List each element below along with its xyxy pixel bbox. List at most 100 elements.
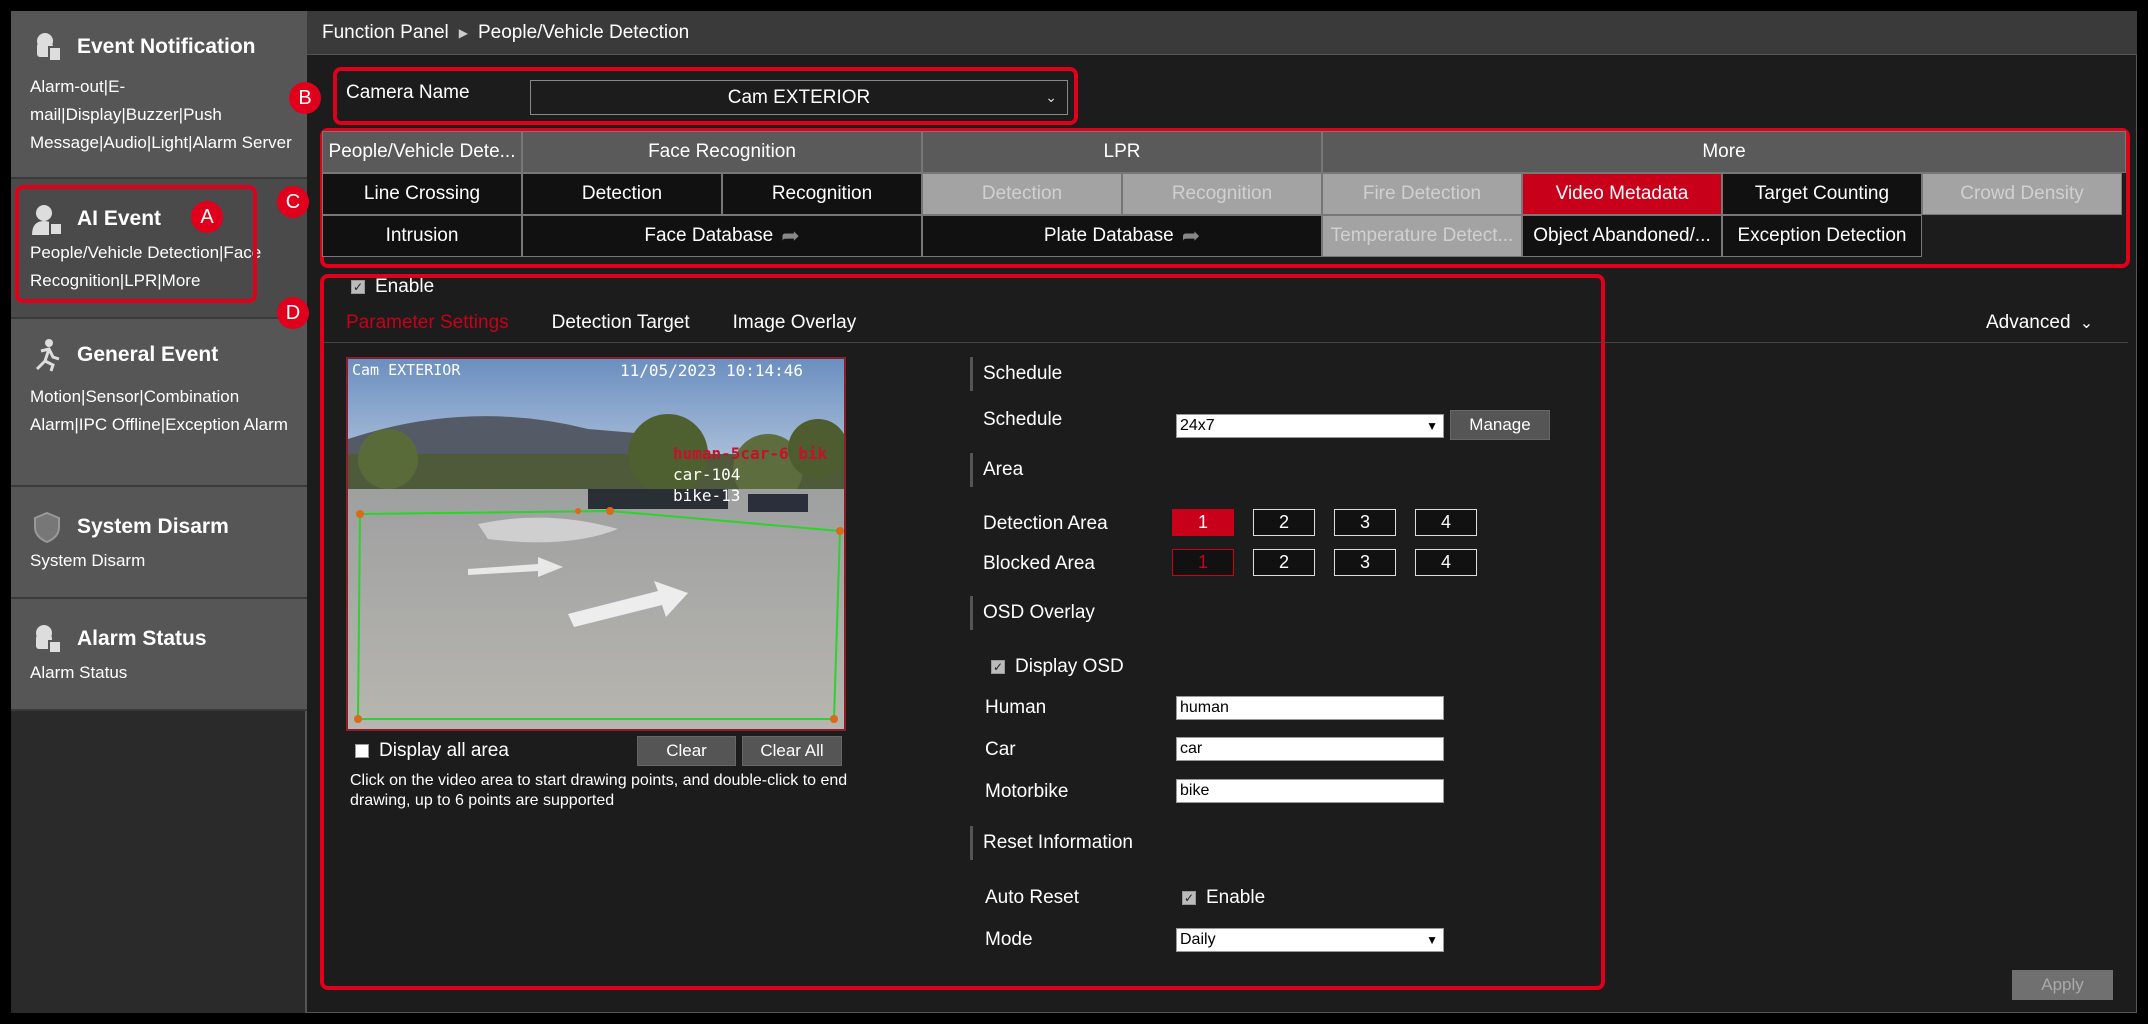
advanced-label: Advanced [1986, 312, 2071, 333]
schedule-select[interactable]: 24x7 ▼ [1176, 414, 1444, 438]
schedule-label: Schedule [983, 409, 1063, 430]
sidebar-item-system-disarm[interactable]: System Disarm System Disarm [11, 487, 307, 599]
display-osd-checkbox[interactable]: ✓ [991, 660, 1005, 674]
tab-lpr[interactable]: LPR [922, 131, 1322, 173]
auto-reset-label: Auto Reset [985, 887, 1079, 908]
detection-area-3[interactable]: 3 [1334, 509, 1396, 536]
annotation-marker-b: B [289, 82, 321, 114]
section-osd-overlay: OSD Overlay [970, 596, 1095, 630]
human-input[interactable]: human [1176, 696, 1444, 720]
tab-people-vehicle-detection[interactable]: People/Vehicle Dete... [322, 131, 522, 173]
sidebar-item-desc: Alarm-out|E-mail|Display|Buzzer|Push Mes… [30, 77, 292, 152]
detection-area-label: Detection Area [983, 513, 1108, 534]
camera-name-select[interactable]: Cam EXTERIOR ⌄ [530, 80, 1068, 115]
breadcrumb-root[interactable]: Function Panel [322, 22, 449, 44]
blocked-area-label: Blocked Area [983, 553, 1095, 574]
sidebar-item-title: Alarm Status [77, 627, 207, 650]
auto-reset-checkbox[interactable]: ✓ [1182, 891, 1196, 905]
item-plate-database-label: Plate Database [1043, 225, 1174, 246]
item-lpr-detection[interactable]: Detection [922, 173, 1122, 215]
blocked-area-3[interactable]: 3 [1334, 549, 1396, 576]
chevron-down-icon: ⌄ [2079, 315, 2094, 332]
sidebar-item-title: Event Notification [77, 35, 256, 58]
mode-label: Mode [985, 929, 1033, 950]
annotation-marker-d: D [277, 297, 309, 329]
osd-camera-name: Cam EXTERIOR [352, 361, 461, 379]
item-fire-detection[interactable]: Fire Detection [1322, 173, 1522, 215]
item-exception-detection[interactable]: Exception Detection [1722, 215, 1922, 257]
detection-area-2[interactable]: 2 [1253, 509, 1315, 536]
motorbike-label: Motorbike [985, 781, 1069, 802]
motorbike-input[interactable]: bike [1176, 779, 1444, 803]
chevron-down-icon: ▼ [1426, 933, 1438, 947]
sidebar: Event Notification Alarm-out|E-mail|Disp… [11, 11, 307, 1013]
schedule-value: 24x7 [1180, 417, 1215, 434]
blocked-area-4[interactable]: 4 [1415, 549, 1477, 576]
enable-label: Enable [375, 276, 435, 297]
osd-human-count: human-5car-6 bik [673, 444, 828, 463]
drawing-hint: Click on the video area to start drawing… [350, 772, 848, 809]
item-plate-database[interactable]: Plate Database ➦ [922, 215, 1322, 257]
car-label: Car [985, 739, 1016, 760]
sidebar-item-desc: Motion|Sensor|Combination Alarm|IPC Offl… [30, 387, 288, 434]
section-schedule: Schedule [970, 357, 1062, 391]
car-input[interactable]: car [1176, 737, 1444, 761]
item-face-database[interactable]: Face Database ➦ [522, 215, 922, 257]
annotation-marker-c: C [277, 186, 309, 218]
detection-area-4[interactable]: 4 [1415, 509, 1477, 536]
osd-car-count: car-104 [673, 465, 741, 484]
sidebar-item-alarm-status[interactable]: Alarm Status Alarm Status [11, 599, 307, 711]
advanced-toggle[interactable]: Advanced ⌄ [1986, 312, 2093, 334]
tab-face-recognition[interactable]: Face Recognition [522, 131, 922, 173]
detection-area-1[interactable]: 1 [1172, 509, 1234, 536]
item-line-crossing[interactable]: Line Crossing [322, 173, 522, 215]
display-osd-row: ✓ Display OSD [991, 656, 1124, 678]
item-face-detection[interactable]: Detection [522, 173, 722, 215]
item-face-database-label: Face Database [644, 225, 774, 246]
tab-image-overlay[interactable]: Image Overlay [733, 312, 857, 334]
breadcrumb: Function Panel ▶ People/Vehicle Detectio… [307, 11, 2137, 55]
item-lpr-recognition[interactable]: Recognition [1122, 173, 1322, 215]
sidebar-item-desc: System Disarm [30, 551, 146, 570]
item-face-recognition[interactable]: Recognition [722, 173, 922, 215]
item-intrusion[interactable]: Intrusion [322, 215, 522, 257]
breadcrumb-separator-icon: ▶ [458, 25, 468, 40]
clear-button[interactable]: Clear [637, 736, 736, 766]
apply-button[interactable]: Apply [2012, 970, 2113, 1000]
auto-reset-enable-label: Enable [1206, 887, 1266, 908]
item-target-counting[interactable]: Target Counting [1722, 173, 1922, 215]
tab-more[interactable]: More [1322, 131, 2126, 173]
blocked-area-2[interactable]: 2 [1253, 549, 1315, 576]
mode-select[interactable]: Daily ▼ [1176, 928, 1444, 952]
item-temperature-detection[interactable]: Temperature Detect... [1322, 215, 1522, 257]
section-reset-information: Reset Information [970, 826, 1133, 860]
shield-icon [34, 511, 60, 544]
tab-detection-target[interactable]: Detection Target [552, 312, 690, 334]
item-video-metadata[interactable]: Video Metadata [1522, 173, 1722, 215]
manage-button[interactable]: Manage [1450, 410, 1550, 440]
tab-divider [322, 342, 2128, 343]
enable-checkbox[interactable]: ✓ [351, 280, 365, 294]
display-all-label: Display all area [379, 740, 509, 761]
sidebar-item-desc: Alarm Status [30, 663, 128, 682]
chevron-down-icon: ⌄ [1045, 89, 1057, 105]
camera-name-label: Camera Name [346, 82, 470, 103]
mode-value: Daily [1180, 931, 1216, 948]
camera-name-value: Cam EXTERIOR [727, 87, 871, 108]
sidebar-item-general-event[interactable]: General Event Motion|Sensor|Combination … [11, 319, 307, 487]
share-arrow-icon: ➦ [781, 223, 800, 248]
video-frame [348, 359, 844, 729]
section-area: Area [970, 453, 1023, 487]
display-all-checkbox[interactable] [355, 744, 369, 758]
item-crowd-density[interactable]: Crowd Density [1922, 173, 2122, 215]
sidebar-item-event-notification[interactable]: Event Notification Alarm-out|E-mail|Disp… [11, 11, 307, 179]
tab-parameter-settings[interactable]: Parameter Settings [346, 312, 509, 334]
clear-all-button[interactable]: Clear All [742, 736, 842, 766]
alarm-status-icon [36, 625, 62, 654]
sidebar-item-title: General Event [77, 343, 219, 366]
param-tabs: Parameter Settings Detection Target Imag… [346, 312, 899, 334]
video-preview[interactable]: Cam EXTERIOR 11/05/2023 10:14:46 human-5… [346, 357, 846, 731]
item-object-abandoned[interactable]: Object Abandoned/... [1522, 215, 1722, 257]
osd-timestamp: 11/05/2023 10:14:46 [620, 361, 804, 380]
blocked-area-1[interactable]: 1 [1172, 549, 1234, 576]
